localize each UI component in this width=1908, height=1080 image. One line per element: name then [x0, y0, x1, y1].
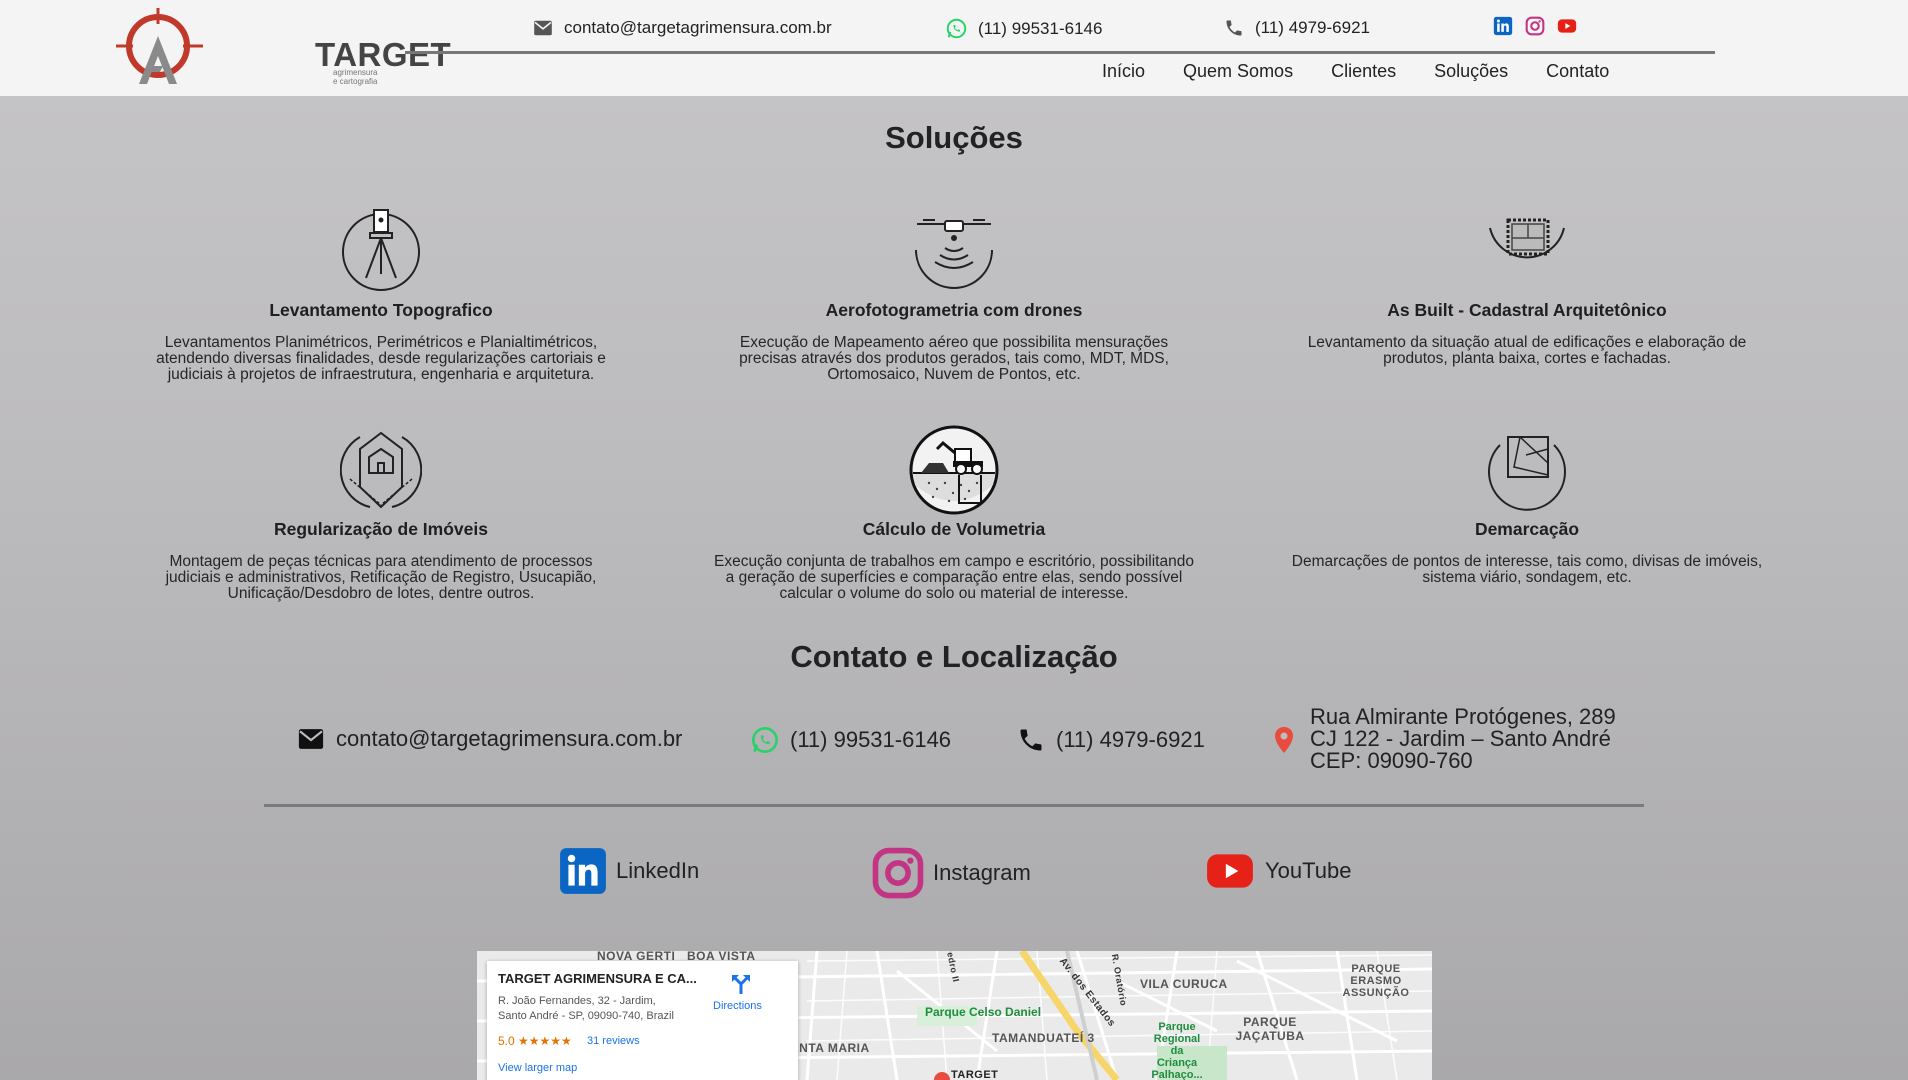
boundary-icon: [1488, 436, 1566, 511]
tripod-icon: [342, 209, 420, 291]
card-description: Levantamento da situação atual de edific…: [1307, 334, 1747, 367]
contact-phone[interactable]: (11) 4979-6921: [1017, 726, 1205, 754]
contact-email-text[interactable]: contato@targetagrimensura.com.br: [336, 726, 682, 752]
site-header: TARGET agrimensura e cartografia contato…: [0, 0, 1908, 96]
nav-solucoes[interactable]: Soluções: [1415, 60, 1527, 82]
social-linkedin-label[interactable]: LinkedIn: [616, 858, 699, 884]
social-youtube-label[interactable]: YouTube: [1265, 858, 1351, 884]
whatsapp-icon: [946, 18, 967, 39]
location-pin-icon: [1275, 727, 1293, 753]
map-rating: 5.0 ★★★★★: [498, 1034, 572, 1048]
map-label: PARQUE JAÇATUBA: [1235, 1015, 1305, 1043]
header-whatsapp-text[interactable]: (11) 99531-6146: [978, 19, 1102, 39]
contact-address: Rua Almirante Protógenes, 289 CJ 122 - J…: [1310, 706, 1616, 772]
nav-quem-somos[interactable]: Quem Somos: [1164, 60, 1312, 82]
social-youtube[interactable]: YouTube: [1203, 846, 1351, 896]
property-icon: [340, 431, 422, 509]
header-phone-text[interactable]: (11) 4979-6921: [1255, 18, 1370, 38]
solution-card-volumetria: Cálculo de Volumetria Execução conjunta …: [704, 425, 1204, 602]
header-phone[interactable]: (11) 4979-6921: [1224, 18, 1370, 38]
nav-contato[interactable]: Contato: [1527, 60, 1628, 82]
mail-icon: [298, 729, 324, 749]
solutions-title: Soluções: [885, 120, 1023, 155]
map-label: VILA CURUCA: [1140, 977, 1228, 991]
solution-card-drones: Aerofotogrametria com drones Execução de…: [704, 206, 1204, 383]
header-email-text[interactable]: contato@targetagrimensura.com.br: [564, 18, 832, 38]
contact-whatsapp-text[interactable]: (11) 99531-6146: [790, 727, 951, 753]
instagram-icon: [872, 847, 924, 899]
map-address-line-2: Santo André - SP, 09090-740, Brazil: [498, 1010, 674, 1022]
solution-card-regularizacao: Regularização de Imóveis Montagem de peç…: [131, 425, 631, 602]
logo[interactable]: TARGET agrimensura e cartografia: [113, 6, 451, 88]
card-title: As Built - Cadastral Arquitetônico: [1387, 300, 1667, 320]
google-map-embed[interactable]: NOVA GERTI BOA VISTA VILA CURUCA PARQUE …: [477, 951, 1432, 1080]
map-label: ANTA MARIA: [790, 1041, 870, 1055]
map-park-label: Parque Celso Daniel: [925, 1005, 1042, 1019]
solution-card-demarcacao: Demarcação Demarcações de pontos de inte…: [1277, 425, 1777, 586]
social-instagram-label[interactable]: Instagram: [933, 860, 1031, 886]
main-nav: Início Quem Somos Clientes Soluções Cont…: [1083, 60, 1628, 82]
logo-mark-icon: [116, 8, 203, 84]
youtube-icon: [1207, 854, 1253, 888]
card-description: Montagem de peças técnicas para atendime…: [165, 553, 597, 602]
header-whatsapp[interactable]: (11) 99531-6146: [946, 18, 1102, 39]
solution-card-topografia: Levantamento Topografico Levantamentos P…: [131, 206, 631, 383]
map-place-card: TARGET AGRIMENSURA E CA... R. João Ferna…: [487, 961, 798, 1080]
contact-divider: [264, 804, 1644, 807]
map-reviews-link[interactable]: 31 reviews: [587, 1035, 640, 1047]
contact-email[interactable]: contato@targetagrimensura.com.br: [297, 726, 682, 752]
mail-icon: [534, 20, 552, 36]
floorplan-icon: [1489, 218, 1565, 259]
logo-tagline: agrimensura e cartografia: [333, 68, 378, 86]
map-place-name: TARGET AGRIMENSURA E CA...: [498, 971, 697, 986]
phone-icon: [1226, 20, 1242, 36]
directions-icon[interactable]: [731, 973, 751, 995]
address-line-3: CEP: 09090-760: [1310, 748, 1473, 773]
card-description: Levantamentos Planimétricos, Perimétrico…: [156, 334, 606, 383]
linkedin-icon[interactable]: [1493, 16, 1513, 36]
card-title: Demarcação: [1474, 519, 1580, 539]
nav-inicio[interactable]: Início: [1083, 60, 1164, 82]
social-instagram[interactable]: Instagram: [871, 846, 1031, 900]
contact-whatsapp[interactable]: (11) 99531-6146: [751, 726, 951, 754]
map-directions-link[interactable]: Directions: [713, 1000, 762, 1012]
solution-card-as-built: As Built - Cadastral Arquitetônico Levan…: [1277, 206, 1777, 367]
card-description: Execução de Mapeamento aéreo que possibi…: [739, 334, 1169, 383]
address-line-1: Rua Almirante Protógenes, 289: [1310, 704, 1616, 729]
excavator-icon: [909, 425, 999, 515]
contact-title: Contato e Localização: [790, 639, 1118, 674]
drone-icon: [915, 219, 993, 289]
card-description: Execução conjunta de trabalhos em campo …: [714, 553, 1194, 602]
map-place-address: R. João Fernandes, 32 - Jardim, Santo An…: [498, 994, 698, 1024]
map-pin-label: TARGET: [951, 1069, 999, 1080]
address-line-2: CJ 122 - Jardim – Santo André: [1310, 726, 1611, 751]
card-title: Aerofotogrametria com drones: [825, 300, 1083, 320]
map-address-line-1: R. João Fernandes, 32 - Jardim,: [498, 995, 656, 1007]
card-description: Demarcações de pontos de interesse, tais…: [1291, 553, 1763, 586]
social-linkedin[interactable]: LinkedIn: [558, 846, 699, 896]
whatsapp-icon: [752, 727, 778, 753]
card-title: Regularização de Imóveis: [274, 519, 488, 539]
map-park-label: Parque Regional da Criança Palhaço...: [1151, 1021, 1203, 1080]
nav-clientes[interactable]: Clientes: [1312, 60, 1415, 82]
header-social-links: [1493, 16, 1577, 36]
instagram-icon[interactable]: [1525, 16, 1545, 36]
contact-phone-text[interactable]: (11) 4979-6921: [1056, 727, 1205, 753]
header-email[interactable]: contato@targetagrimensura.com.br: [533, 18, 832, 38]
header-divider: [405, 51, 1715, 54]
map-view-larger-link[interactable]: View larger map: [498, 1062, 577, 1074]
linkedin-icon: [560, 848, 606, 894]
phone-icon: [1020, 729, 1042, 751]
card-title: Levantamento Topografico: [269, 300, 493, 320]
map-label: PARQUE ERASMO ASSUNÇÃO: [1342, 963, 1410, 999]
youtube-icon[interactable]: [1557, 16, 1577, 36]
map-label: TAMANDUATEÍ 3: [992, 1031, 1095, 1045]
card-title: Cálculo de Volumetria: [862, 519, 1046, 539]
